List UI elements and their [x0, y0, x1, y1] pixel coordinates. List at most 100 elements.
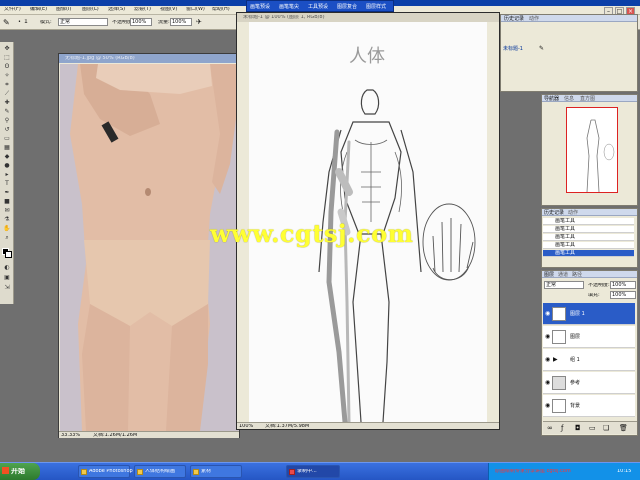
tab-history[interactable]: 历史记录: [504, 16, 524, 22]
slice-tool-icon[interactable]: ⟋: [2, 90, 12, 98]
flow-input[interactable]: 100%: [170, 18, 192, 26]
lasso-tool-icon[interactable]: ʘ: [2, 63, 12, 71]
start-button[interactable]: 开始: [0, 463, 40, 480]
delete-layer-icon[interactable]: 🗑: [619, 424, 628, 432]
layer-blend-mode-select[interactable]: 正常: [544, 281, 584, 289]
layer-visibility-eye-icon[interactable]: ◉: [545, 310, 550, 317]
layer-visibility-eye-icon[interactable]: ◉: [545, 379, 550, 386]
tab-histogram[interactable]: 直方图: [580, 96, 595, 102]
link-layers-icon[interactable]: ∞: [547, 424, 553, 432]
taskbar-button-photoshop[interactable]: Adobe Photoshop: [78, 465, 133, 478]
tab-paths[interactable]: 路径: [572, 272, 582, 278]
photo-leg-left: [82, 304, 130, 431]
layer-row-background[interactable]: ◉ 背景: [543, 395, 635, 417]
drawing-zoom-readout[interactable]: 100%: [239, 424, 253, 429]
layer-visibility-eye-icon[interactable]: ◉: [545, 333, 550, 340]
opacity-input[interactable]: 100%: [130, 18, 152, 26]
menu-select[interactable]: 选择(S): [108, 7, 125, 12]
dodge-tool-icon[interactable]: ●: [2, 162, 12, 170]
palette-well-tab-layer-comps[interactable]: 图层复合: [337, 3, 357, 11]
menu-file[interactable]: 文件(F): [4, 7, 21, 12]
drawing-window-title-bar[interactable]: 未标题-1 @ 100% (图层 1, RGB/8): [237, 13, 499, 22]
layer-visibility-eye-icon[interactable]: ◉: [545, 402, 550, 409]
crop-tool-icon[interactable]: ⌗: [2, 81, 12, 89]
photo-zoom-readout[interactable]: 33.33%: [61, 433, 80, 438]
airbrush-icon[interactable]: ✈: [196, 18, 205, 27]
history-snapshot-panel: 历史记录 动作 未标题-1 ✎: [500, 14, 638, 92]
zoom-tool-icon[interactable]: ⌕: [2, 234, 12, 242]
new-layer-icon[interactable]: ❏: [603, 424, 609, 432]
menu-edit[interactable]: 编辑(E): [30, 7, 47, 12]
layer-opacity-input[interactable]: 100%: [610, 281, 636, 289]
history-step[interactable]: 画笔工具: [543, 242, 634, 249]
tab-actions[interactable]: 动作: [529, 16, 539, 22]
history-step[interactable]: 画笔工具: [543, 226, 634, 233]
taskbar-button-recording[interactable]: 录制中...: [286, 465, 340, 478]
hand-tool-icon[interactable]: ✋: [2, 225, 12, 233]
layer-row-group-1[interactable]: ◉ ▶ 组 1: [543, 349, 635, 371]
tab-info[interactable]: 信息: [564, 96, 574, 102]
palette-well-tab-brush-presets[interactable]: 画笔预设: [250, 3, 270, 11]
tab-navigator[interactable]: 导航器: [544, 96, 559, 102]
eyedropper-tool-icon[interactable]: ⚗: [2, 216, 12, 224]
gradient-tool-icon[interactable]: ▦: [2, 144, 12, 152]
layer-style-icon[interactable]: ƒ: [561, 424, 563, 432]
drawing-doc-info[interactable]: 文档:1.37M/5.98M: [265, 424, 309, 429]
menu-layer[interactable]: 图层(L): [82, 7, 99, 12]
palette-well-tab-layer-styles[interactable]: 图层样式: [366, 3, 386, 11]
menu-view[interactable]: 视图(V): [160, 7, 177, 12]
brush-tool-icon[interactable]: ✎: [3, 18, 12, 27]
tab-channels[interactable]: 通道: [558, 272, 568, 278]
stamp-tool-icon[interactable]: ⚲: [2, 117, 12, 125]
history-step[interactable]: 画笔工具: [543, 218, 634, 225]
shape-tool-icon[interactable]: ■: [2, 198, 12, 206]
palette-well-tab-brush-tip[interactable]: 画笔笔尖: [279, 3, 299, 11]
layer-fill-input[interactable]: 100%: [610, 291, 636, 299]
layer-row-layer-1[interactable]: ◉ 图层 1: [543, 303, 635, 325]
background-color-swatch[interactable]: [5, 251, 12, 258]
eraser-tool-icon[interactable]: ▭: [2, 135, 12, 143]
magic-wand-tool-icon[interactable]: ✧: [2, 72, 12, 80]
system-tray: 原画绘制专家分享讲座 cgtsj.com 10:15: [488, 463, 640, 480]
layer-row-layer[interactable]: ◉ 图层: [543, 326, 635, 348]
move-tool-icon[interactable]: ✥: [2, 45, 12, 53]
history-snapshot-item[interactable]: 未标题-1: [503, 45, 573, 53]
photo-doc-info[interactable]: 文档:1.26M/1.26M: [93, 433, 137, 438]
menu-window[interactable]: 窗口(W): [186, 7, 205, 12]
tab-layers[interactable]: 图层: [544, 272, 554, 278]
new-group-icon[interactable]: ▭: [589, 424, 596, 432]
quick-mask-icon[interactable]: ◐: [2, 264, 12, 272]
pen-tool-icon[interactable]: ✒: [2, 189, 12, 197]
photo-window-title-bar[interactable]: 无标题-1.jpg @ 50% (RGB/8): [59, 54, 239, 63]
palette-well-tab-tool-presets[interactable]: 工具预设: [308, 3, 328, 11]
tab-history-list[interactable]: 历史记录: [544, 210, 564, 216]
layer-visibility-eye-icon[interactable]: ◉: [545, 356, 550, 363]
menu-filter[interactable]: 滤镜(T): [134, 7, 151, 12]
tab-actions-list[interactable]: 动作: [568, 210, 578, 216]
jump-to-imageready-icon[interactable]: ⇲: [2, 284, 12, 292]
mode-label: 模式:: [40, 20, 52, 25]
notes-tool-icon[interactable]: ✉: [2, 207, 12, 215]
healing-tool-icon[interactable]: ✚: [2, 99, 12, 107]
history-brush-icon[interactable]: ↺: [2, 126, 12, 134]
menu-image[interactable]: 图像(I): [56, 7, 71, 12]
brush-tool-icon[interactable]: ✎: [2, 108, 12, 116]
windows-logo-icon: [2, 467, 9, 474]
path-tool-icon[interactable]: ▸: [2, 171, 12, 179]
sketch-flank-right: [394, 151, 403, 213]
marquee-tool-icon[interactable]: ⬚: [2, 54, 12, 62]
screen-mode-icon[interactable]: ▣: [2, 274, 12, 282]
layer-row-reference[interactable]: ◉ 参考: [543, 372, 635, 394]
taskbar-button-materials[interactable]: 素材: [190, 465, 242, 478]
taskbar-button-anatomy[interactable]: 人体结构绘画: [134, 465, 186, 478]
menu-help[interactable]: 帮助(H): [212, 7, 230, 12]
tray-clock[interactable]: 10:15: [617, 469, 631, 474]
history-step[interactable]: 画笔工具: [543, 234, 634, 241]
history-step-current[interactable]: 画笔工具: [543, 250, 634, 257]
tray-marquee-text[interactable]: 原画绘制专家分享讲座 cgtsj.com: [495, 469, 571, 474]
type-tool-icon[interactable]: T: [2, 180, 12, 188]
mode-select[interactable]: 正常: [58, 18, 108, 26]
blur-tool-icon[interactable]: ◆: [2, 153, 12, 161]
navigator-preview[interactable]: [566, 107, 618, 193]
layer-mask-icon[interactable]: ◘: [575, 424, 581, 432]
